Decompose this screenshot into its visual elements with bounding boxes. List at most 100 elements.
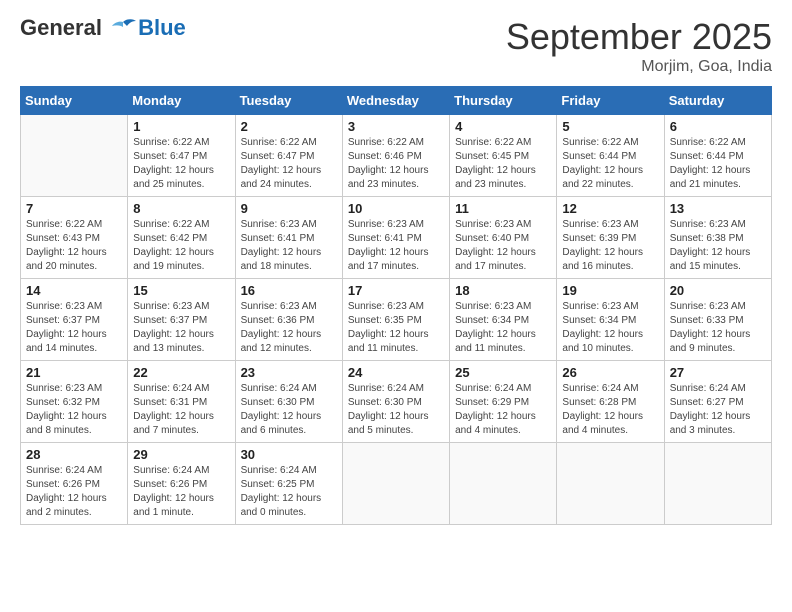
day-number: 2 bbox=[241, 119, 337, 134]
day-cell bbox=[557, 443, 664, 525]
day-cell bbox=[21, 115, 128, 197]
day-number: 1 bbox=[133, 119, 229, 134]
header-cell-thursday: Thursday bbox=[450, 87, 557, 115]
day-cell: 13Sunrise: 6:23 AM Sunset: 6:38 PM Dayli… bbox=[664, 197, 771, 279]
day-info: Sunrise: 6:24 AM Sunset: 6:30 PM Dayligh… bbox=[348, 382, 444, 438]
day-info: Sunrise: 6:23 AM Sunset: 6:37 PM Dayligh… bbox=[26, 300, 122, 356]
day-info: Sunrise: 6:22 AM Sunset: 6:44 PM Dayligh… bbox=[562, 136, 658, 192]
day-number: 9 bbox=[241, 201, 337, 216]
calendar-table: SundayMondayTuesdayWednesdayThursdayFrid… bbox=[20, 86, 772, 525]
day-info: Sunrise: 6:23 AM Sunset: 6:34 PM Dayligh… bbox=[455, 300, 551, 356]
day-number: 22 bbox=[133, 365, 229, 380]
week-row-5: 28 Sunrise: 6:24 AM Sunset: 6:26 PM Dayli… bbox=[21, 443, 772, 525]
day-number: 27 bbox=[670, 365, 766, 380]
day-cell: 21 Sunrise: 6:23 AM Sunset: 6:32 PM Dayli… bbox=[21, 361, 128, 443]
day-cell: 2 Sunrise: 6:22 AM Sunset: 6:47 PM Daylig… bbox=[235, 115, 342, 197]
day-cell: 14 Sunrise: 6:23 AM Sunset: 6:37 PM Dayli… bbox=[21, 279, 128, 361]
header-cell-sunday: Sunday bbox=[21, 87, 128, 115]
week-row-1: 1 Sunrise: 6:22 AM Sunset: 6:47 PM Daylig… bbox=[21, 115, 772, 197]
day-cell: 27 Sunrise: 6:24 AM Sunset: 6:27 PM Dayli… bbox=[664, 361, 771, 443]
day-info: Sunrise: 6:23 AM Sunset: 6:37 PM Dayligh… bbox=[133, 300, 229, 356]
day-info: Sunrise: 6:23 AM Sunset: 6:36 PM Dayligh… bbox=[241, 300, 337, 356]
week-row-4: 21 Sunrise: 6:23 AM Sunset: 6:32 PM Dayli… bbox=[21, 361, 772, 443]
header-cell-tuesday: Tuesday bbox=[235, 87, 342, 115]
day-cell: 28Sunrise: 6:24 AM Sunset: 6:26 PM Dayli… bbox=[21, 443, 128, 525]
day-cell: 3 Sunrise: 6:22 AM Sunset: 6:46 PM Daylig… bbox=[342, 115, 449, 197]
day-number: 13 bbox=[670, 201, 766, 216]
day-info: Sunrise: 6:24 AM Sunset: 6:26 PM Dayligh… bbox=[133, 464, 229, 520]
day-number: 4 bbox=[455, 119, 551, 134]
day-number: 23 bbox=[241, 365, 337, 380]
day-cell bbox=[342, 443, 449, 525]
day-info: Sunrise: 6:22 AM Sunset: 6:42 PM Dayligh… bbox=[133, 218, 229, 274]
day-number: 5 bbox=[562, 119, 658, 134]
day-number: 18 bbox=[455, 283, 551, 298]
day-info: Sunrise: 6:23 AM Sunset: 6:41 PM Dayligh… bbox=[348, 218, 444, 274]
day-info: Sunrise: 6:23 AM Sunset: 6:33 PM Dayligh… bbox=[670, 300, 766, 356]
day-cell: 29Sunrise: 6:24 AM Sunset: 6:26 PM Dayli… bbox=[128, 443, 235, 525]
day-info: Sunrise: 6:24 AM Sunset: 6:27 PM Dayligh… bbox=[670, 382, 766, 438]
logo-text: General bbox=[20, 16, 136, 40]
day-info: Sunrise: 6:24 AM Sunset: 6:29 PM Dayligh… bbox=[455, 382, 551, 438]
header-cell-saturday: Saturday bbox=[664, 87, 771, 115]
day-number: 12 bbox=[562, 201, 658, 216]
day-info: Sunrise: 6:24 AM Sunset: 6:31 PM Dayligh… bbox=[133, 382, 229, 438]
day-number: 24 bbox=[348, 365, 444, 380]
day-info: Sunrise: 6:22 AM Sunset: 6:44 PM Dayligh… bbox=[670, 136, 766, 192]
day-cell: 9Sunrise: 6:23 AM Sunset: 6:41 PM Daylig… bbox=[235, 197, 342, 279]
day-number: 25 bbox=[455, 365, 551, 380]
day-number: 28 bbox=[26, 447, 122, 462]
day-cell: 10 Sunrise: 6:23 AM Sunset: 6:41 PM Dayli… bbox=[342, 197, 449, 279]
day-cell: 30 Sunrise: 6:24 AM Sunset: 6:25 PM Dayli… bbox=[235, 443, 342, 525]
week-row-2: 7Sunrise: 6:22 AM Sunset: 6:43 PM Daylig… bbox=[21, 197, 772, 279]
day-info: Sunrise: 6:24 AM Sunset: 6:30 PM Dayligh… bbox=[241, 382, 337, 438]
month-title: September 2025 bbox=[506, 16, 772, 58]
day-cell: 22 Sunrise: 6:24 AM Sunset: 6:31 PM Dayli… bbox=[128, 361, 235, 443]
logo-general: General bbox=[20, 15, 102, 40]
day-number: 19 bbox=[562, 283, 658, 298]
day-info: Sunrise: 6:23 AM Sunset: 6:32 PM Dayligh… bbox=[26, 382, 122, 438]
day-cell: 23 Sunrise: 6:24 AM Sunset: 6:30 PM Dayli… bbox=[235, 361, 342, 443]
day-number: 20 bbox=[670, 283, 766, 298]
day-number: 16 bbox=[241, 283, 337, 298]
day-cell bbox=[450, 443, 557, 525]
day-number: 21 bbox=[26, 365, 122, 380]
day-info: Sunrise: 6:22 AM Sunset: 6:47 PM Dayligh… bbox=[241, 136, 337, 192]
day-info: Sunrise: 6:22 AM Sunset: 6:46 PM Dayligh… bbox=[348, 136, 444, 192]
day-cell: 25 Sunrise: 6:24 AM Sunset: 6:29 PM Dayli… bbox=[450, 361, 557, 443]
day-info: Sunrise: 6:24 AM Sunset: 6:25 PM Dayligh… bbox=[241, 464, 337, 520]
page-container: General Blue September 2025 Morjim, Goa,… bbox=[0, 0, 792, 535]
header-cell-monday: Monday bbox=[128, 87, 235, 115]
day-number: 11 bbox=[455, 201, 551, 216]
day-cell: 17 Sunrise: 6:23 AM Sunset: 6:35 PM Dayli… bbox=[342, 279, 449, 361]
day-info: Sunrise: 6:24 AM Sunset: 6:28 PM Dayligh… bbox=[562, 382, 658, 438]
day-cell: 12 Sunrise: 6:23 AM Sunset: 6:39 PM Dayli… bbox=[557, 197, 664, 279]
day-info: Sunrise: 6:22 AM Sunset: 6:47 PM Dayligh… bbox=[133, 136, 229, 192]
day-cell: 6Sunrise: 6:22 AM Sunset: 6:44 PM Daylig… bbox=[664, 115, 771, 197]
day-cell: 15Sunrise: 6:23 AM Sunset: 6:37 PM Dayli… bbox=[128, 279, 235, 361]
day-cell: 24 Sunrise: 6:24 AM Sunset: 6:30 PM Dayli… bbox=[342, 361, 449, 443]
day-info: Sunrise: 6:23 AM Sunset: 6:35 PM Dayligh… bbox=[348, 300, 444, 356]
day-cell: 11 Sunrise: 6:23 AM Sunset: 6:40 PM Dayli… bbox=[450, 197, 557, 279]
day-number: 7 bbox=[26, 201, 122, 216]
day-info: Sunrise: 6:22 AM Sunset: 6:45 PM Dayligh… bbox=[455, 136, 551, 192]
day-number: 17 bbox=[348, 283, 444, 298]
day-cell: 1 Sunrise: 6:22 AM Sunset: 6:47 PM Daylig… bbox=[128, 115, 235, 197]
day-number: 3 bbox=[348, 119, 444, 134]
day-number: 14 bbox=[26, 283, 122, 298]
logo-blue: Blue bbox=[138, 16, 186, 40]
day-info: Sunrise: 6:23 AM Sunset: 6:40 PM Dayligh… bbox=[455, 218, 551, 274]
day-info: Sunrise: 6:23 AM Sunset: 6:39 PM Dayligh… bbox=[562, 218, 658, 274]
location: Morjim, Goa, India bbox=[506, 58, 772, 76]
day-cell: 5 Sunrise: 6:22 AM Sunset: 6:44 PM Daylig… bbox=[557, 115, 664, 197]
day-cell: 20 Sunrise: 6:23 AM Sunset: 6:33 PM Dayli… bbox=[664, 279, 771, 361]
week-row-3: 14 Sunrise: 6:23 AM Sunset: 6:37 PM Dayli… bbox=[21, 279, 772, 361]
day-number: 30 bbox=[241, 447, 337, 462]
logo: General Blue bbox=[20, 16, 186, 40]
header: General Blue September 2025 Morjim, Goa,… bbox=[20, 16, 772, 76]
day-cell: 19 Sunrise: 6:23 AM Sunset: 6:34 PM Dayli… bbox=[557, 279, 664, 361]
day-cell: 18 Sunrise: 6:23 AM Sunset: 6:34 PM Dayli… bbox=[450, 279, 557, 361]
day-number: 10 bbox=[348, 201, 444, 216]
day-info: Sunrise: 6:23 AM Sunset: 6:34 PM Dayligh… bbox=[562, 300, 658, 356]
day-cell bbox=[664, 443, 771, 525]
